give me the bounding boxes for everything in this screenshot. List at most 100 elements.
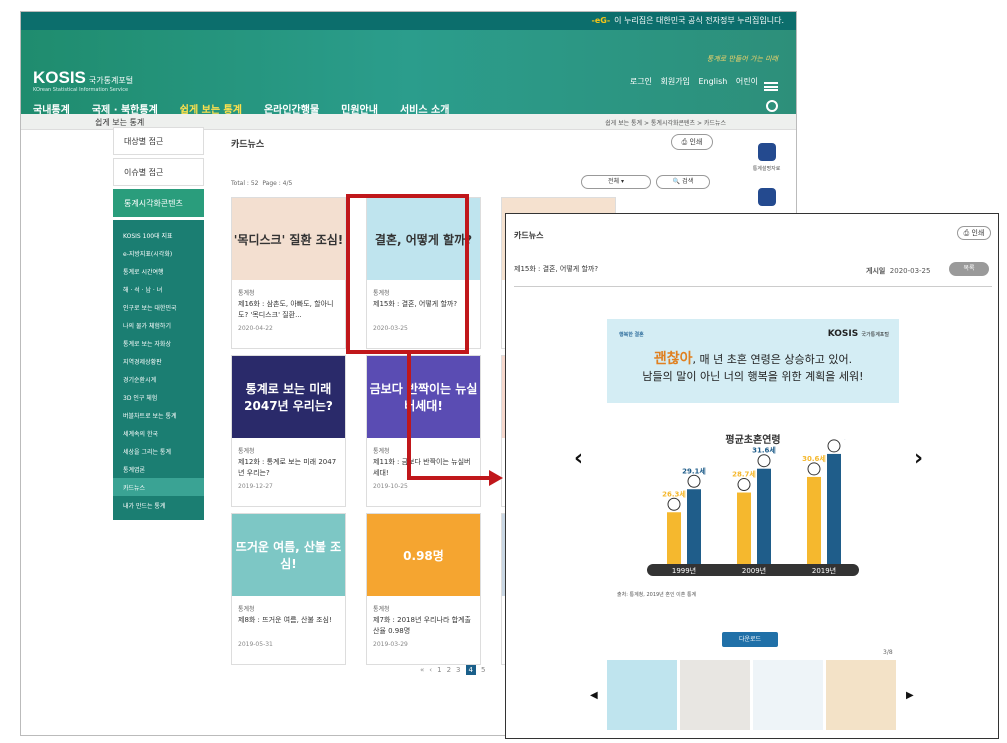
thumb-next-icon[interactable]: ▶ (906, 690, 914, 701)
card-source: 통계청 (238, 290, 255, 297)
site-logo[interactable]: KOSIS 국가통계포털 (33, 68, 133, 88)
page-link[interactable]: 4 (465, 665, 476, 675)
login-link[interactable]: 로그인 (630, 77, 652, 86)
search-icon[interactable] (766, 100, 778, 112)
logo-kr: 국가통계포털 (88, 76, 134, 85)
lnb-sub-item[interactable]: 경기순환시계 (113, 370, 204, 388)
card-news-item[interactable]: 뜨거운 여름, 산불 조심! 통계청 제8화 : 뜨거운 여름, 산불 조심! … (231, 513, 346, 665)
chart-source: 출처: 통계청, 2019년 혼인 이혼 통계 (617, 592, 697, 598)
card-date: 2019-03-29 (373, 641, 408, 648)
gov-text: 이 누리집은 대한민국 공식 전자정부 누리집입니다. (614, 16, 784, 25)
page-link[interactable]: 1 (437, 666, 441, 674)
lnb-sub-item[interactable]: 인구로 보는 대한민국 (113, 298, 204, 316)
lnb-sub-item[interactable]: 카드뉴스 (113, 478, 204, 496)
slide-count: 3/8 (883, 649, 893, 656)
filter-select[interactable]: 전체 ▾ (581, 175, 651, 189)
lnb-sub-item[interactable]: KOSIS 100대 지표 (113, 226, 204, 244)
page-link[interactable]: 5 (481, 666, 485, 674)
lnb-sub-item[interactable]: 통계엽론 (113, 460, 204, 478)
lnb-sub-item[interactable]: 세상을 그리는 통계 (113, 442, 204, 460)
person-icon (737, 478, 751, 492)
lnb-target[interactable]: 대상별 접근 (113, 127, 204, 155)
person-icon (827, 439, 841, 453)
headline-1: , 매 년 초혼 연령은 상승하고 있어. (692, 353, 853, 366)
card-source: 통계청 (238, 448, 255, 455)
thumb-prev-icon[interactable]: ◀ (590, 690, 598, 701)
prev-icon[interactable]: ‹ (574, 446, 583, 471)
next-icon[interactable]: › (914, 446, 923, 471)
header-links: 로그인 회원가입 English 어린이 (624, 76, 758, 87)
bar (757, 468, 771, 564)
thumbnail[interactable] (607, 660, 677, 730)
total-count: Total : 52 Page : 4/5 (231, 180, 292, 187)
logo-text: KOSIS (33, 68, 86, 87)
card-news-item[interactable]: 금보다 반짝이는 뉴실버세대! 통계청 제11화 : 금보다 반짝이는 뉴실버세… (366, 355, 481, 507)
english-link[interactable]: English (698, 77, 727, 86)
page-link[interactable]: 2 (447, 666, 451, 674)
lnb-sub-item[interactable]: 버블차트로 보는 통계 (113, 406, 204, 424)
lnb-sub-item[interactable]: 내가 만드는 통계 (113, 496, 204, 514)
lnb-sub-item[interactable]: 통계로 보는 자화상 (113, 334, 204, 352)
gov-mark: -eG- (591, 16, 611, 25)
lnb-issue[interactable]: 이슈별 접근 (113, 158, 204, 186)
page-link[interactable]: « (420, 666, 424, 674)
bar (737, 492, 751, 564)
pagination: « ‹ 1 2 3 4 5 (420, 665, 490, 675)
bar-label: 30.6세 (802, 454, 826, 463)
popup-print-button[interactable]: ⎙ 인쇄 (957, 226, 991, 240)
print-button[interactable]: ⎙ 인쇄 (671, 134, 713, 150)
lnb-sub-item[interactable]: 지역경제상황판 (113, 352, 204, 370)
card-brand: KOSIS 국가통계포털 (828, 329, 889, 339)
card-thumbnail: '목디스크' 질환 조심! (232, 198, 345, 280)
lnb-submenu: KOSIS 100대 지표 e-지방지표(시각화) 통계로 시간여행 해 · 석 · … (113, 220, 204, 520)
card-date: 2019-12-27 (238, 483, 273, 490)
card-news-item[interactable]: '목디스크' 질환 조심! 통계청 제16화 : 삼촌도, 아빠도, 할아니도?… (231, 197, 346, 349)
card-img-text: 뜨거운 여름, 산불 조심! (235, 540, 342, 571)
headline-em: 괜찮아 (653, 351, 693, 367)
download-button[interactable]: 다운로드 (722, 632, 778, 647)
lnb-visual[interactable]: 통계시각화콘텐츠 (113, 189, 204, 217)
lnb-sub-item[interactable]: e-지방지표(시각화) (113, 244, 204, 262)
arrow-head (489, 470, 503, 486)
divider (514, 286, 992, 287)
bar-label: 28.7세 (732, 470, 756, 479)
card-thumbnail: 뜨거운 여름, 산불 조심! (232, 514, 345, 596)
bar-label: 31.6세 (752, 446, 776, 455)
card-news-item[interactable]: 통계로 보는 미래 2047년 우리는? 통계청 제12화 : 통계로 보는 미… (231, 355, 346, 507)
thumbnail[interactable] (680, 660, 750, 730)
card-img-text: 금보다 반짝이는 뉴실버세대! (369, 382, 478, 413)
doc-icon[interactable] (757, 143, 776, 161)
lnb-sub-item[interactable]: 통계로 시간여행 (113, 262, 204, 280)
lnb-sub-item[interactable]: 3D 인구 체험 (113, 388, 204, 406)
quick-menu: 통계설명자료 (739, 127, 794, 210)
thumbnail[interactable] (753, 660, 823, 730)
card-news-item[interactable]: 0.98명 통계청 제7화 : 2018년 우리나라 합계출산율 0.98명 2… (366, 513, 481, 665)
lnb-sub-item[interactable]: 세계속의 한국 (113, 424, 204, 442)
list-button[interactable]: 목록 (949, 262, 989, 276)
search-button[interactable]: 🔍 검색 (656, 175, 710, 189)
kids-link[interactable]: 어린이 (736, 77, 758, 86)
card-title: 제16화 : 삼촌도, 아빠도, 할아니도? '목디스크' 질환... (238, 300, 334, 319)
lnb-sub-item[interactable]: 해 · 석 · 남 · 녀 (113, 280, 204, 298)
page-label: Page : 4/5 (262, 180, 293, 187)
list-icon[interactable] (757, 188, 776, 206)
menu-icon[interactable] (764, 82, 778, 91)
join-link[interactable]: 회원가입 (660, 77, 689, 86)
breadcrumb[interactable]: 쉽게 보는 통계 > 통계시각화콘텐츠 > 카드뉴스 (605, 118, 726, 127)
category-label: 1999년 (672, 566, 696, 575)
card-header-area: 행복한 결혼 KOSIS 국가통계포털 괜찮아, 매 년 초혼 연령은 상승하고… (607, 319, 899, 403)
card-date: 2019-05-31 (238, 641, 273, 648)
search-label: 검색 (682, 178, 694, 185)
card-image: 행복한 결혼 KOSIS 국가통계포털 괜찮아, 매 년 초혼 연령은 상승하고… (607, 319, 899, 669)
page-link[interactable]: 3 (456, 666, 460, 674)
bar (807, 476, 821, 564)
card-title: 제8화 : 뜨거운 여름, 산불 조심! (238, 616, 332, 624)
page-link[interactable]: ‹ (429, 666, 432, 674)
category-label: 2009년 (742, 566, 766, 575)
card-headline: 괜찮아, 매 년 초혼 연령은 상승하고 있어. 남들의 말이 아닌 너의 행복을… (607, 351, 899, 385)
card-title: 제7화 : 2018년 우리나라 합계출산율 0.98명 (373, 616, 471, 635)
thumbnail[interactable] (826, 660, 896, 730)
card-thumbnail: 금보다 반짝이는 뉴실버세대! (367, 356, 480, 438)
card-img-text: 0.98명 (403, 548, 444, 563)
lnb-sub-item[interactable]: 나의 물가 체험하기 (113, 316, 204, 334)
